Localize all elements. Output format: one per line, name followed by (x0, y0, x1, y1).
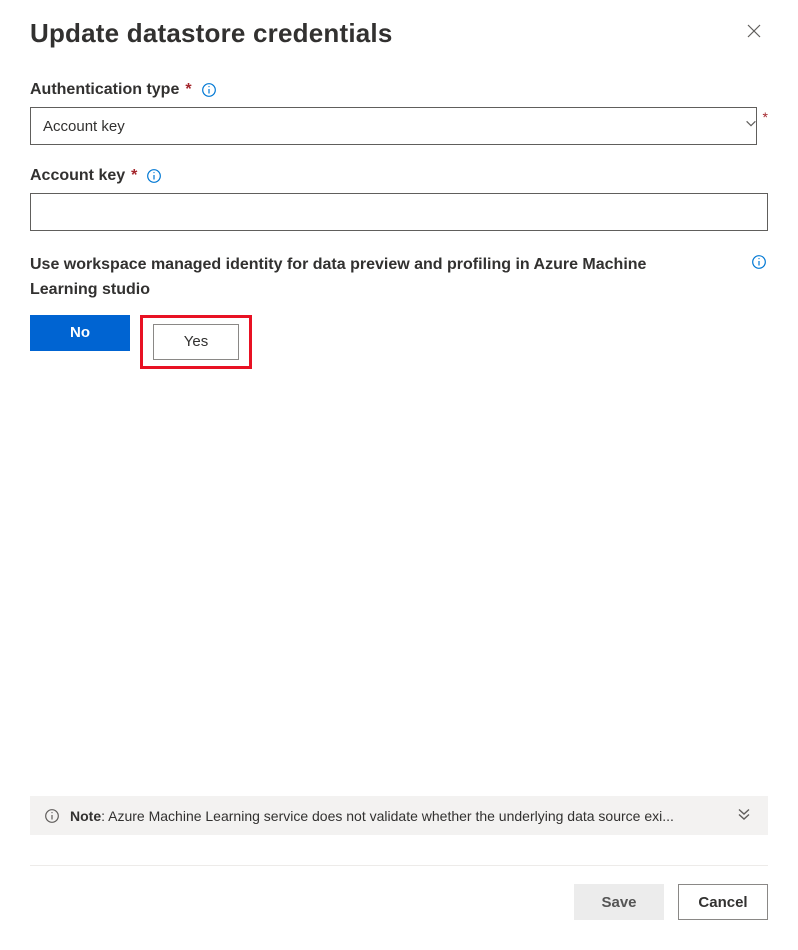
required-indicator: * (131, 167, 137, 185)
dialog-title: Update datastore credentials (30, 18, 393, 49)
auth-type-field: Authentication type * Account key (30, 81, 768, 145)
account-key-field: Account key * (30, 167, 768, 231)
footer-divider (30, 865, 768, 866)
note-bar: Note: Azure Machine Learning service doe… (30, 796, 768, 835)
dialog-header: Update datastore credentials (30, 18, 768, 49)
account-key-label-row: Account key * (30, 167, 768, 185)
managed-identity-yes-button[interactable]: Yes (153, 324, 239, 360)
managed-identity-no-button[interactable]: No (30, 315, 130, 351)
account-key-label: Account key (30, 167, 125, 185)
required-indicator: * (185, 81, 191, 99)
managed-identity-toggle: No Yes (30, 315, 768, 369)
info-icon[interactable] (750, 253, 768, 271)
auth-type-label-row: Authentication type * (30, 81, 768, 99)
spacer (30, 369, 768, 788)
info-icon (44, 808, 60, 824)
double-chevron-down-icon (736, 810, 752, 825)
info-icon[interactable] (145, 167, 163, 185)
note-text: Note: Azure Machine Learning service doe… (70, 808, 724, 824)
auth-type-label: Authentication type (30, 81, 179, 99)
managed-identity-field: Use workspace managed identity for data … (30, 253, 768, 369)
auth-type-select[interactable]: Account key (30, 107, 757, 145)
save-button[interactable]: Save (574, 884, 664, 920)
close-icon (746, 23, 762, 43)
account-key-input[interactable] (30, 193, 768, 231)
managed-identity-label-row: Use workspace managed identity for data … (30, 253, 768, 303)
form-body: Authentication type * Account key (30, 81, 768, 369)
note-prefix: Note (70, 808, 101, 824)
auth-type-select-wrap: Account key * (30, 107, 768, 145)
note-expand-button[interactable] (734, 804, 754, 827)
managed-identity-label: Use workspace managed identity for data … (30, 253, 690, 303)
yes-highlight-annotation: Yes (140, 315, 252, 369)
note-body: : Azure Machine Learning service does no… (101, 808, 674, 824)
cancel-button[interactable]: Cancel (678, 884, 768, 920)
info-icon[interactable] (200, 81, 218, 99)
close-button[interactable] (740, 18, 768, 46)
update-credentials-dialog: Update datastore credentials Authenticat… (0, 0, 798, 950)
dialog-footer: Save Cancel (30, 884, 768, 920)
required-indicator: * (763, 109, 768, 125)
